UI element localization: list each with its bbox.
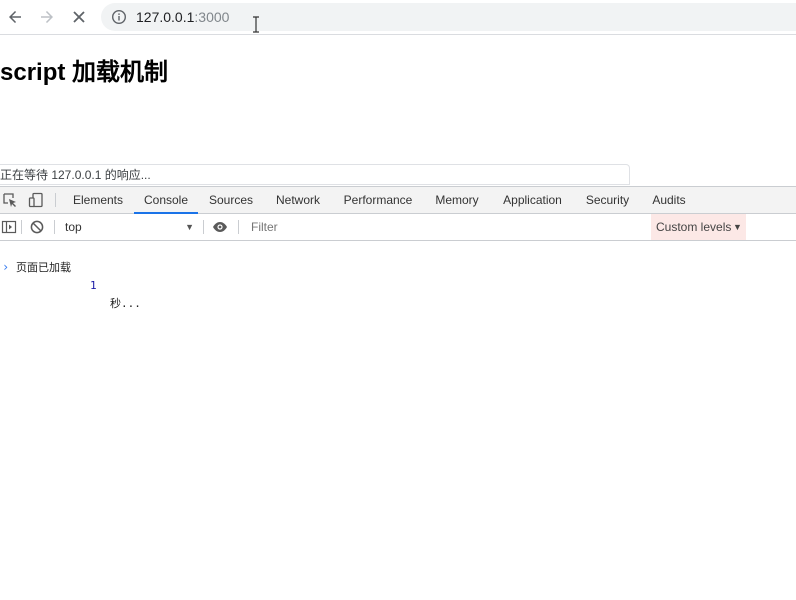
prompt-chevron-icon: › xyxy=(2,260,10,274)
tab-performance[interactable]: Performance xyxy=(337,187,419,213)
back-arrow-icon xyxy=(9,11,21,23)
text-cursor-icon xyxy=(253,16,259,33)
console-prompt[interactable]: › xyxy=(0,259,796,275)
tab-network[interactable]: Network xyxy=(268,187,328,213)
tab-security[interactable]: Security xyxy=(579,187,636,213)
console-message-text: 秒... xyxy=(110,297,141,310)
toolbar-divider xyxy=(238,220,239,234)
clear-console-icon[interactable] xyxy=(29,219,45,235)
url-host: 127.0.0.1 xyxy=(136,9,195,25)
stop-loading-icon xyxy=(73,11,85,23)
show-sidebar-icon[interactable] xyxy=(1,219,17,235)
tab-sources[interactable]: Sources xyxy=(203,187,259,213)
page-title: script 加载机制 xyxy=(0,59,169,86)
console-filter-input[interactable] xyxy=(245,218,635,236)
console-message: 页面已加载 1 秒... xyxy=(0,241,796,310)
device-toolbar-icon[interactable] xyxy=(28,192,44,208)
stop-button[interactable] xyxy=(67,5,91,29)
dropdown-caret-icon: ▼ xyxy=(733,222,742,232)
live-expression-eye-icon[interactable] xyxy=(212,219,228,235)
back-button[interactable] xyxy=(3,5,27,29)
forward-arrow-icon xyxy=(41,11,53,23)
tab-application[interactable]: Application xyxy=(495,187,570,213)
tab-elements[interactable]: Elements xyxy=(66,187,130,213)
console-toolbar: top ▼ Custom levels ▼ xyxy=(0,214,796,241)
inspect-element-icon[interactable] xyxy=(2,192,18,208)
devtools-panel: Elements Console Sources Network Perform… xyxy=(0,186,796,600)
forward-button[interactable] xyxy=(35,5,59,29)
loading-status-bubble: 正在等待 127.0.0.1 的响应... xyxy=(0,164,630,185)
toolbar-divider xyxy=(203,220,204,234)
url-port: :3000 xyxy=(194,9,230,25)
site-info-icon[interactable] xyxy=(111,9,127,25)
toolbar-divider xyxy=(54,220,55,234)
context-selector[interactable]: top ▼ xyxy=(58,214,200,240)
toolbar-divider xyxy=(55,193,56,207)
console-messages: 页面已加载 1 秒... › xyxy=(0,241,796,310)
tab-memory[interactable]: Memory xyxy=(428,187,486,213)
context-label: top xyxy=(65,220,82,234)
log-levels-dropdown[interactable]: Custom levels ▼ xyxy=(651,214,746,240)
address-bar[interactable]: 127.0.0.1:3000 xyxy=(101,3,796,31)
url-text[interactable]: 127.0.0.1:3000 xyxy=(136,8,229,26)
devtools-tabbar: Elements Console Sources Network Perform… xyxy=(0,187,796,214)
log-levels-label: Custom levels xyxy=(656,220,732,234)
console-message-number: 1 xyxy=(90,279,97,292)
tab-console[interactable]: Console xyxy=(134,187,198,214)
tab-audits[interactable]: Audits xyxy=(645,187,693,213)
browser-toolbar: 127.0.0.1:3000 xyxy=(0,0,796,35)
toolbar-divider xyxy=(21,220,22,234)
dropdown-caret-icon: ▼ xyxy=(185,222,194,232)
